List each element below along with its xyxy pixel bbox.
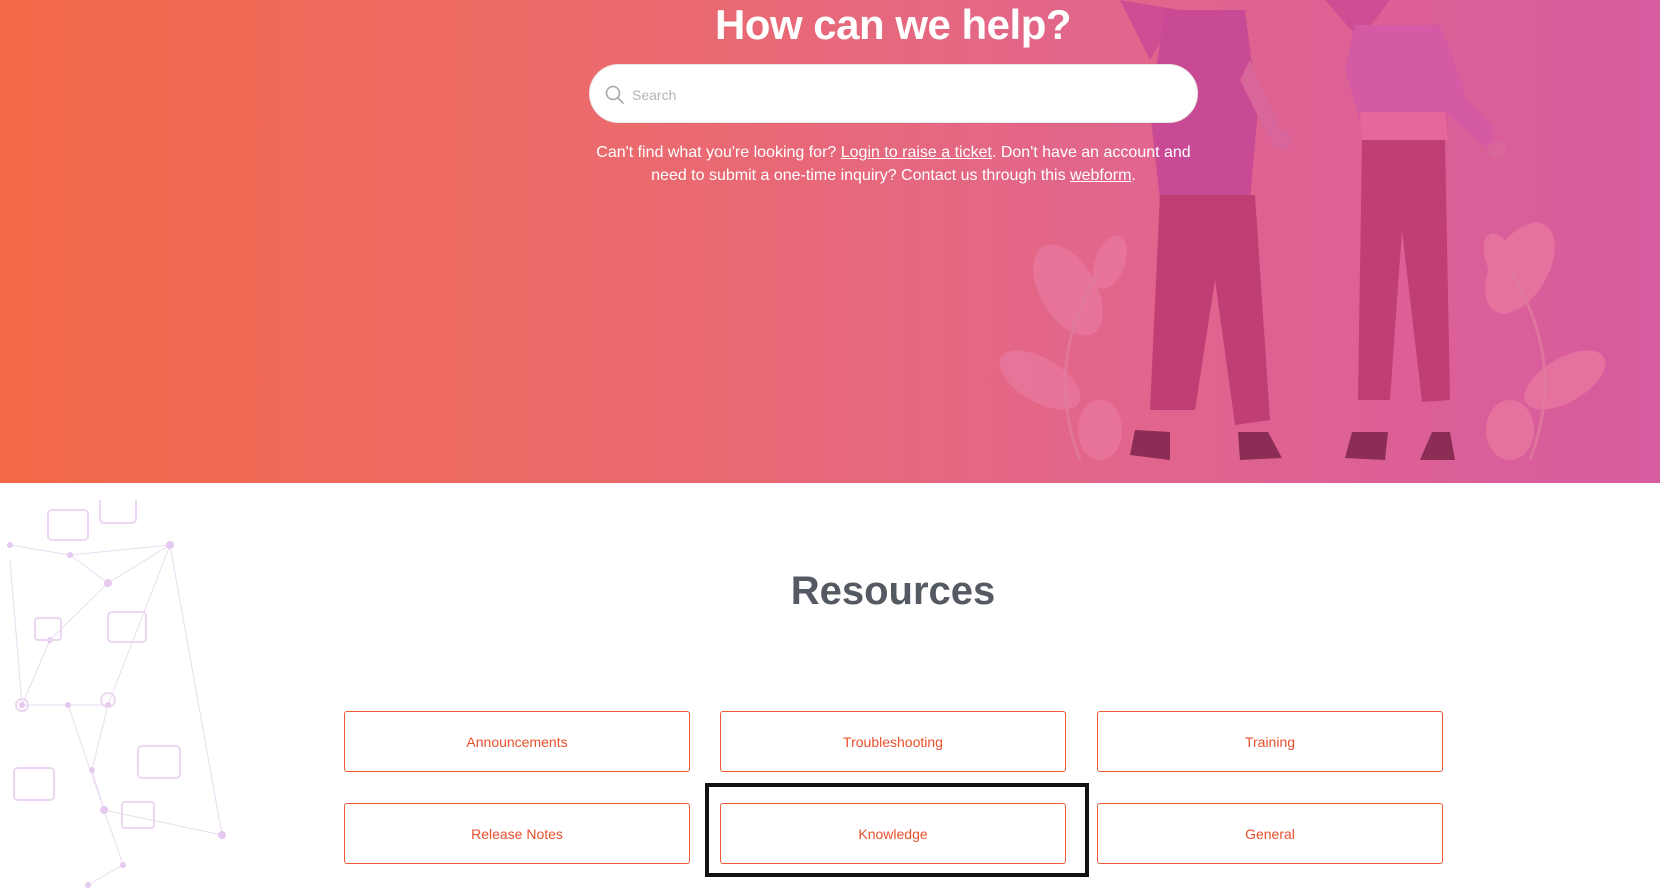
troubleshooting-button[interactable]: Troubleshooting <box>720 711 1066 772</box>
search-bar[interactable] <box>589 64 1198 123</box>
release-notes-button[interactable]: Release Notes <box>344 803 690 864</box>
help-text: Can't find what you're looking for? Logi… <box>589 141 1198 187</box>
webform-link[interactable]: webform <box>1070 167 1131 184</box>
help-text-part1: Can't find what you're looking for? <box>596 144 841 161</box>
page-title: How can we help? <box>714 1 1072 48</box>
resources-heading: Resources <box>790 569 996 613</box>
knowledge-highlight-box <box>705 783 1089 877</box>
network-decoration <box>7 500 226 888</box>
help-text-part3: . <box>1131 167 1136 184</box>
search-input[interactable] <box>630 75 1174 115</box>
hero-banner: How can we help? Can't find what you're … <box>0 0 1660 483</box>
training-button[interactable]: Training <box>1097 711 1443 772</box>
general-button[interactable]: General <box>1097 803 1443 864</box>
search-icon <box>605 85 624 104</box>
login-raise-ticket-link[interactable]: Login to raise a ticket <box>841 144 992 161</box>
announcements-button[interactable]: Announcements <box>344 711 690 772</box>
